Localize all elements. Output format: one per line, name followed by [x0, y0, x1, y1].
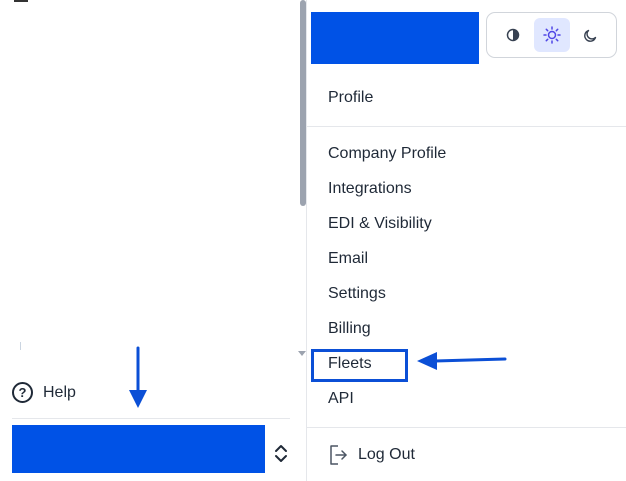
annotation-arrow-down-icon — [129, 346, 147, 408]
menu-item-integrations[interactable]: Integrations — [328, 179, 412, 199]
sidebar-divider — [12, 418, 290, 419]
highlight-box-fleets — [311, 349, 408, 382]
menu-item-billing[interactable]: Billing — [328, 319, 371, 339]
menu-item-settings[interactable]: Settings — [328, 284, 386, 304]
menu-divider — [307, 427, 626, 428]
menu-divider — [307, 126, 626, 127]
annotation-arrow-left-icon — [417, 352, 507, 370]
menu-glyph — [14, 0, 28, 2]
moon-icon — [584, 29, 597, 42]
scroll-down-arrow[interactable] — [298, 351, 306, 356]
tick-mark — [20, 342, 21, 350]
account-switcher[interactable] — [12, 425, 265, 473]
brand-logo — [311, 12, 479, 64]
help-icon: ? — [12, 382, 33, 403]
theme-toggle — [486, 12, 617, 58]
menu-item-profile[interactable]: Profile — [328, 88, 373, 108]
help-link[interactable]: ? Help — [12, 382, 76, 403]
theme-light-button[interactable] — [533, 18, 570, 52]
menu-item-company-profile[interactable]: Company Profile — [328, 144, 446, 164]
logout-icon — [330, 445, 347, 465]
theme-system-button[interactable] — [495, 18, 531, 52]
help-label: Help — [43, 383, 76, 401]
logout-button[interactable]: Log Out — [328, 444, 415, 466]
contrast-icon — [506, 28, 519, 42]
theme-dark-button[interactable] — [573, 18, 609, 52]
logout-label: Log Out — [358, 446, 415, 463]
chevron-up-down-icon[interactable] — [272, 443, 290, 465]
menu-item-edi-visibility[interactable]: EDI & Visibility — [328, 214, 432, 234]
sun-icon — [542, 26, 561, 44]
menu-item-email[interactable]: Email — [328, 249, 368, 269]
sidebar: ? Help — [0, 0, 300, 481]
menu-item-api[interactable]: API — [328, 389, 354, 409]
user-menu: Profile Company Profile Integrations EDI… — [306, 0, 626, 481]
